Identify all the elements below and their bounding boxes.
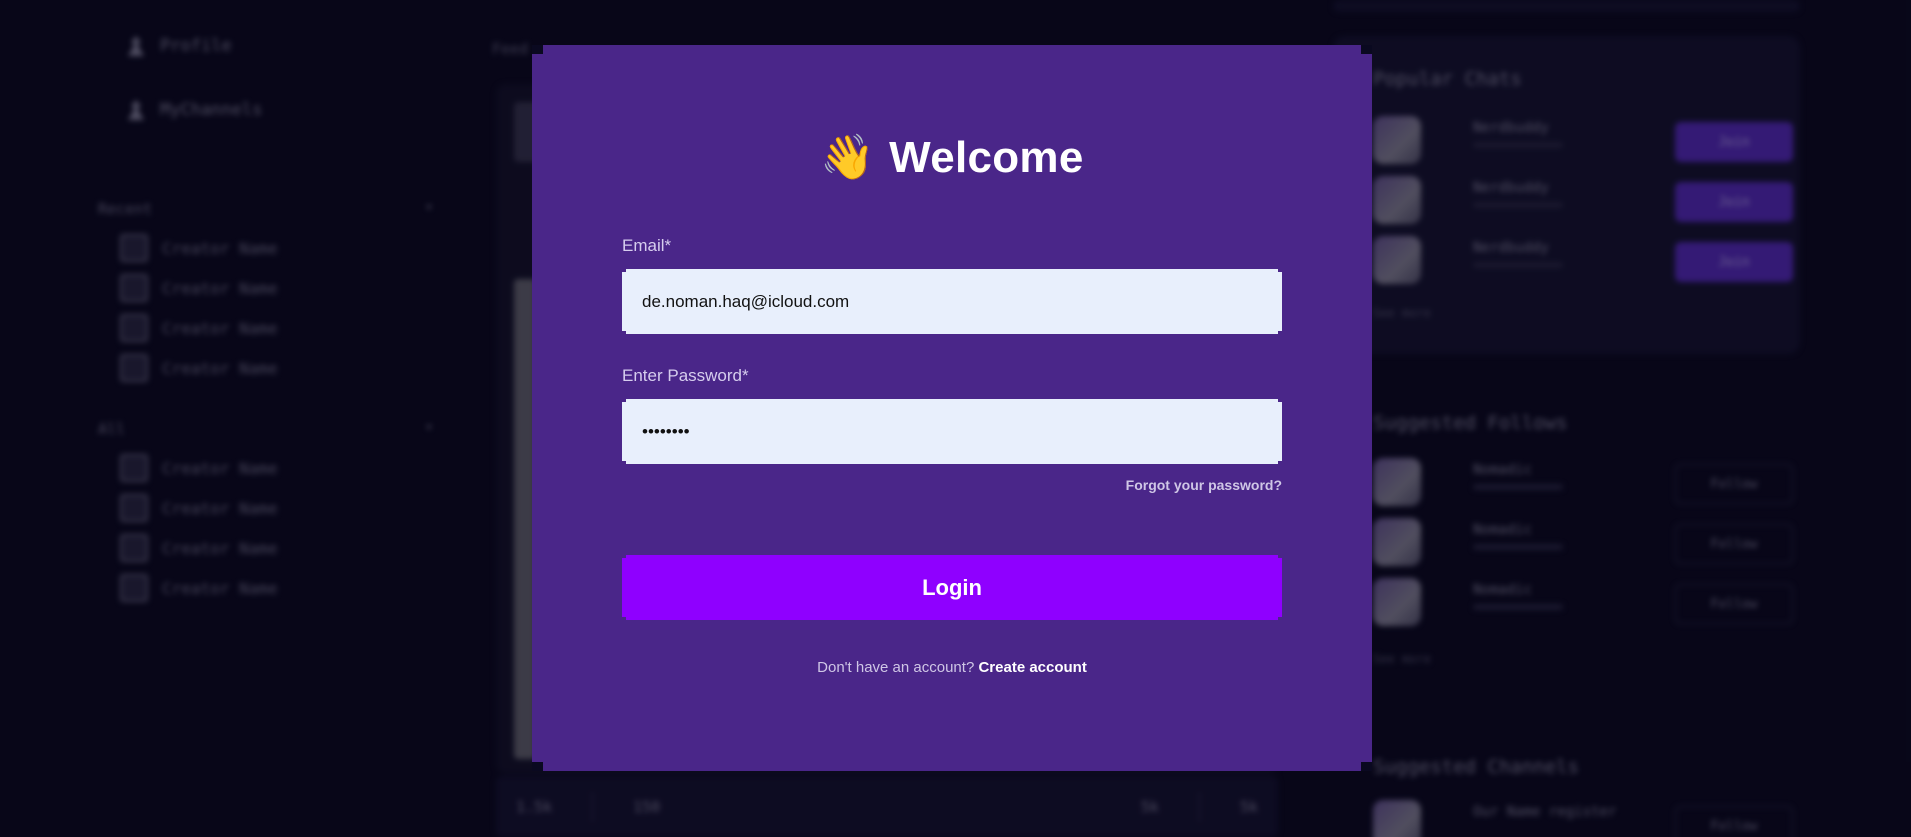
modal-heading: 👋 Welcome <box>532 133 1372 183</box>
forgot-password-link[interactable]: Forgot your password? <box>1126 477 1282 493</box>
create-account-link[interactable]: Create account <box>978 659 1086 676</box>
email-field[interactable] <box>622 269 1282 334</box>
no-account-text: Don't have an account? <box>817 659 975 676</box>
corner-notch <box>1361 45 1372 54</box>
login-modal: 👋 Welcome Email* Enter Password* Forgot … <box>532 45 1372 771</box>
corner-notch <box>532 45 543 54</box>
corner-notch <box>532 762 543 771</box>
email-field-wrapper <box>622 269 1282 334</box>
password-label: Enter Password* <box>622 366 749 385</box>
waving-hand-icon: 👋 <box>820 132 876 183</box>
signup-prompt: Don't have an account? Create account <box>532 659 1372 676</box>
password-field[interactable] <box>622 399 1282 464</box>
password-field-wrapper <box>622 399 1282 464</box>
login-button[interactable]: Login <box>622 555 1282 620</box>
page-title: Welcome <box>889 133 1084 182</box>
corner-notch <box>1361 762 1372 771</box>
email-label: Email* <box>622 236 672 255</box>
